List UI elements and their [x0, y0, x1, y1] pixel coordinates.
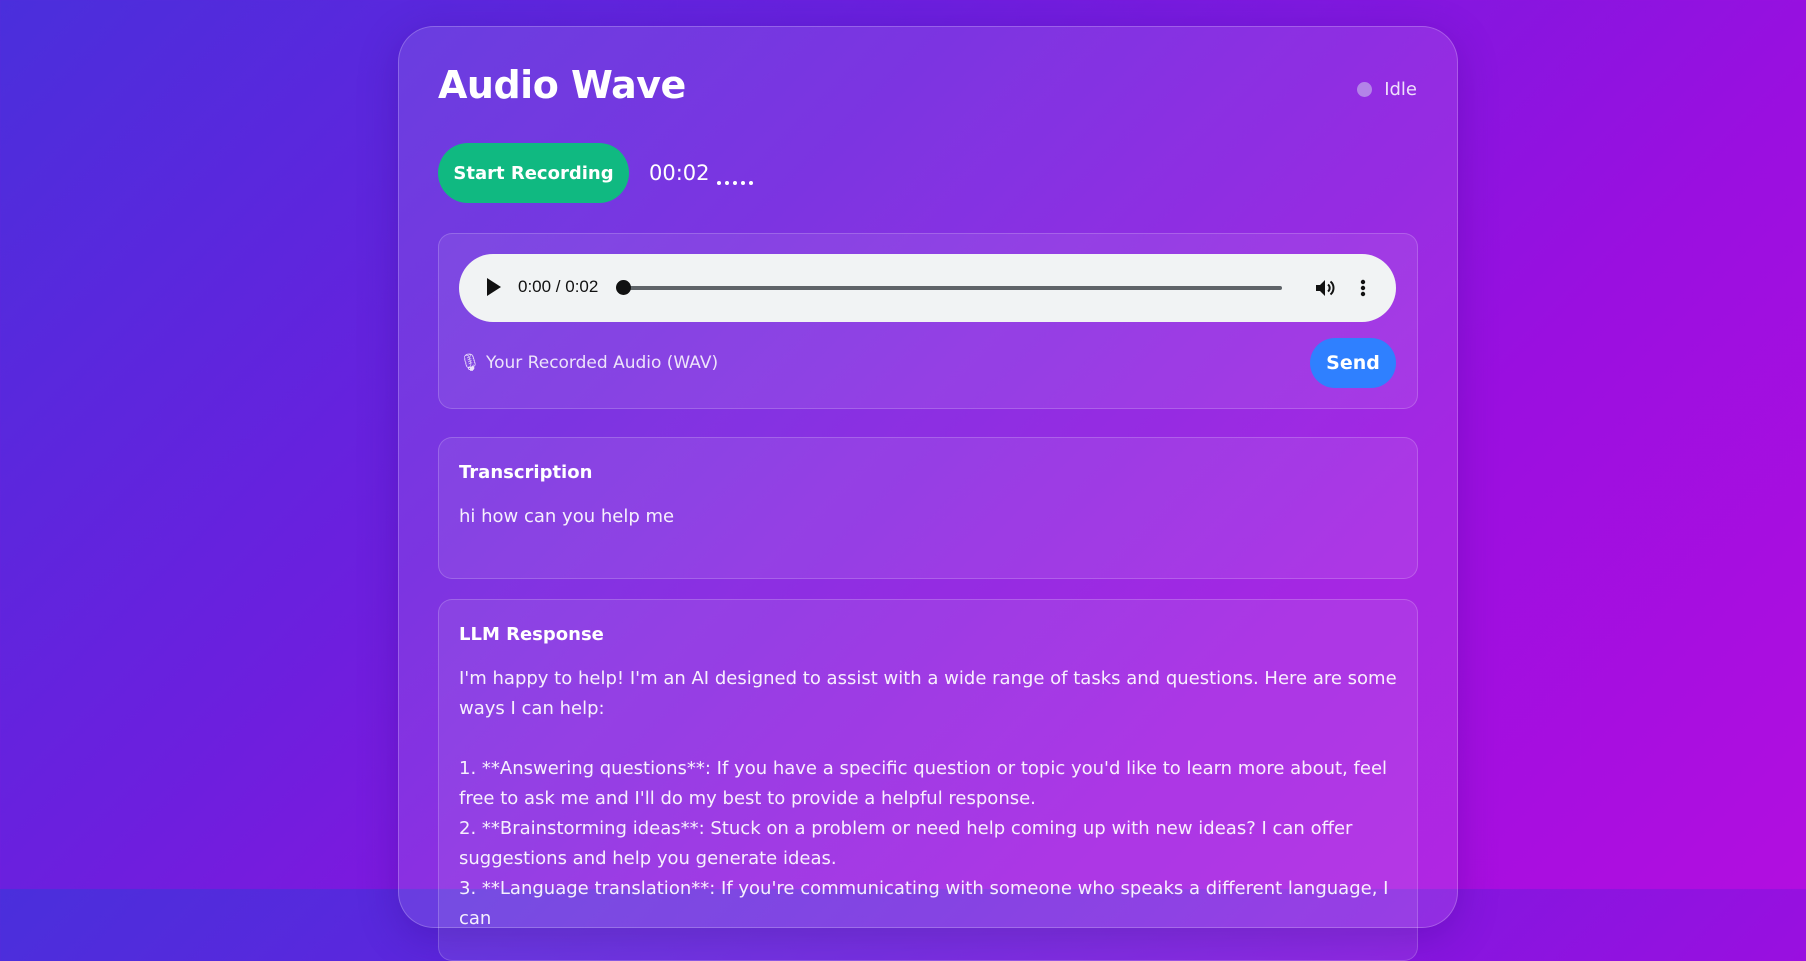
play-icon[interactable] — [487, 278, 501, 296]
dot — [733, 181, 737, 185]
llm-response-heading: LLM Response — [459, 624, 604, 645]
audio-time: 0:00 / 0:02 — [518, 277, 599, 296]
app-title: Audio Wave — [438, 63, 686, 107]
main-card: Audio Wave Idle Start Recording 00:02 0:… — [398, 26, 1458, 961]
llm-response-panel: LLM Response I'm happy to help! I'm an A… — [438, 599, 1418, 961]
recording-timer: 00:02 — [649, 161, 710, 185]
dot — [725, 181, 729, 185]
dot — [741, 181, 745, 185]
transcription-panel: Transcription hi how can you help me — [438, 437, 1418, 579]
volume-icon[interactable] — [1313, 276, 1337, 300]
seek-handle[interactable] — [616, 280, 631, 295]
more-vertical-icon[interactable] — [1357, 276, 1369, 300]
transcription-heading: Transcription — [459, 462, 593, 483]
recording-dots — [717, 161, 753, 185]
transcription-text: hi how can you help me — [459, 506, 675, 527]
dot — [717, 181, 721, 185]
send-button[interactable]: Send — [1310, 338, 1396, 388]
llm-response-text: I'm happy to help! I'm an AI designed to… — [459, 668, 1397, 929]
recorded-audio-label: 🎙 Your Recorded Audio (WAV) — [459, 353, 719, 373]
status-label: Idle — [1384, 79, 1417, 100]
audio-panel: 0:00 / 0:02 🎙 Your Recorded Audio (WAV) … — [438, 233, 1418, 409]
status-dot — [1357, 82, 1373, 97]
dot — [749, 181, 753, 185]
start-recording-button[interactable]: Start Recording — [438, 143, 629, 203]
audio-player[interactable]: 0:00 / 0:02 — [459, 254, 1396, 322]
seek-bar[interactable] — [616, 280, 1282, 295]
status-indicator: Idle — [1357, 79, 1417, 100]
